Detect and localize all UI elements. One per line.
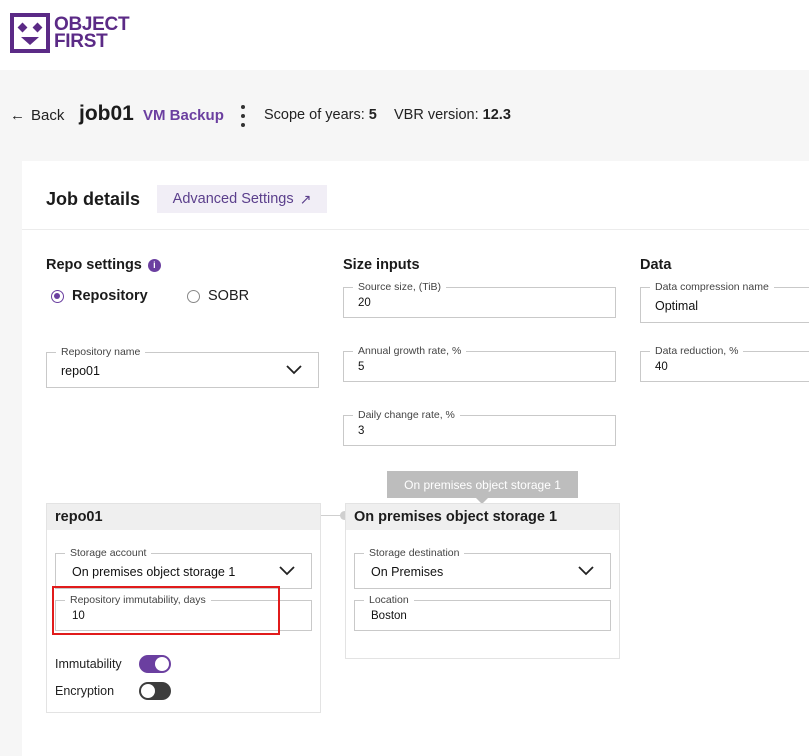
location-input[interactable]: Location Boston [354,594,611,631]
repo-settings-heading: Repo settings i [46,257,161,273]
external-arrow-icon: ↗ [299,190,312,207]
top-bar: OBJECT FIRST [0,0,809,70]
field-label: Location [364,594,414,606]
job-header: ← Back job01 VM Backup Scope of years: 5… [0,100,809,132]
object-first-logo[interactable]: OBJECT FIRST [10,13,130,53]
field-label: Repository name [56,346,146,358]
storage-account-select[interactable]: Storage account On premises object stora… [55,547,312,589]
storage-panel-title: On premises object storage 1 [346,504,619,530]
repo-panel-title: repo01 [47,504,320,530]
arrow-left-icon: ← [10,107,25,124]
card-title: Job details [46,189,141,209]
job-type-badge: VM Backup [143,107,224,124]
size-inputs-heading: Size inputs [343,257,420,273]
field-value: 3 [358,425,365,437]
radio-sobr[interactable]: SOBR [187,288,249,304]
field-value: Optimal [655,299,699,313]
encryption-label: Encryption [55,684,115,698]
field-value: On premises object storage 1 [72,565,236,579]
field-label: Data compression name [650,281,774,293]
immutability-label: Immutability [55,657,122,671]
daily-change-input[interactable]: Daily change rate, % 3 [343,409,616,446]
back-button[interactable]: ← Back [10,107,64,124]
scope-of-years: Scope of years: 5 [264,107,377,123]
chevron-down-icon [279,566,295,576]
job-name: job01 [79,102,134,125]
repository-immutability-input[interactable]: Repository immutability, days 10 [55,594,312,631]
logo-mark-icon [10,13,50,53]
field-label: Data reduction, % [650,345,744,357]
toggle-knob [141,684,155,698]
source-size-input[interactable]: Source size, (TiB) 20 [343,281,616,318]
field-value: Boston [371,610,407,622]
scope-label: Scope of years: [264,107,365,123]
storage-destination-select[interactable]: Storage destination On Premises [354,547,611,589]
more-options-icon[interactable] [236,105,250,127]
data-compression-select[interactable]: Data compression name Optimal [640,281,809,323]
storage-tooltip: On premises object storage 1 [387,471,578,504]
radio-dot [187,289,200,303]
field-label: Storage destination [364,547,465,559]
chevron-down-icon [286,365,302,375]
field-value: 20 [358,297,371,309]
immutability-toggle[interactable] [139,655,171,673]
field-label: Repository immutability, days [65,594,211,606]
advanced-settings-label: Advanced Settings [172,191,294,207]
vbr-version: VBR version: 12.3 [394,107,511,123]
field-value: repo01 [61,364,100,378]
data-heading: Data [640,257,672,273]
radio-repository[interactable]: Repository [51,288,148,304]
logo-text: OBJECT FIRST [54,14,130,52]
advanced-settings-button[interactable]: Advanced Settings ↗ [157,185,327,213]
radio-dot-selected [51,289,64,303]
card-header: Job details Advanced Settings ↗ [22,161,809,230]
info-icon[interactable]: i [147,259,161,272]
vbr-value: 12.3 [482,107,511,123]
field-label: Annual growth rate, % [353,345,467,357]
field-label: Source size, (TiB) [353,281,447,293]
field-label: Storage account [65,547,152,559]
vbr-label: VBR version: [394,107,479,123]
field-value: 5 [358,361,365,373]
data-reduction-input[interactable]: Data reduction, % 40 [640,345,809,382]
field-value: On Premises [371,565,444,579]
scope-value: 5 [368,107,377,123]
repository-name-select[interactable]: Repository name repo01 [46,346,319,388]
toggle-knob [155,657,169,671]
annual-growth-input[interactable]: Annual growth rate, % 5 [343,345,616,382]
back-label: Back [31,107,65,124]
field-value: 40 [655,361,668,373]
chevron-down-icon [578,566,594,576]
field-value: 10 [72,610,85,622]
field-label: Daily change rate, % [353,409,460,421]
encryption-toggle[interactable] [139,682,171,700]
